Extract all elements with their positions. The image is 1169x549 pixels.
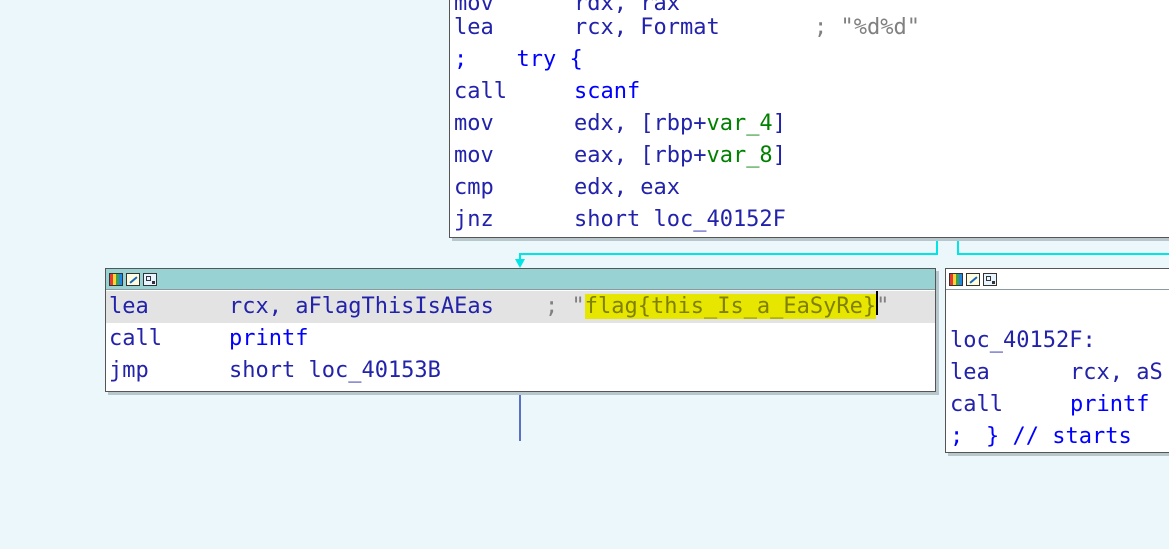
operands: edx, eax (574, 175, 680, 200)
asm-line-selected[interactable]: lea rcx, aFlagThisIsAEas ; "flag{this_Is… (106, 291, 935, 323)
comment: ; "%d%d" (814, 15, 920, 40)
edge-false-horizontal (957, 253, 1169, 255)
operands-part: ] (772, 111, 786, 136)
operands-part: eax, [rbp+ (574, 143, 707, 168)
mnemonic: cmp (454, 175, 494, 200)
asm-line[interactable]: jmp short loc_40153B (106, 355, 935, 387)
edge-false-vertical (957, 238, 959, 254)
color-node-icon[interactable] (949, 272, 963, 286)
asm-line[interactable]: ; } // starts (946, 421, 1169, 453)
location-label: loc_40152F: (950, 328, 1096, 353)
operands: printf (1070, 392, 1150, 417)
graph-node-top[interactable]: mov rdx, rax lea rcx, Format ; "%d%d" ; … (449, 0, 1169, 238)
edge-true-arrowhead (515, 259, 525, 268)
string-comment: ; "flag{this_Is_a_EaSyRe} " (545, 291, 889, 323)
mnemonic: ; (454, 47, 468, 72)
operands: rcx, aS (1070, 360, 1163, 385)
rename-node-icon[interactable] (126, 272, 140, 286)
graph-node-flag[interactable]: lea rcx, aFlagThisIsAEas ; "flag{this_Is… (105, 268, 936, 392)
asm-line[interactable]: mov eax, [rbp+var_8] (450, 140, 1169, 172)
mnemonic: lea (454, 15, 494, 40)
mnemonic: mov (454, 111, 494, 136)
operands: eax, [rbp+var_8] (574, 140, 786, 172)
edge-true-vertical (936, 238, 938, 254)
operands-part: ] (772, 143, 786, 168)
text-caret (876, 291, 879, 315)
mnemonic: lea (950, 360, 990, 385)
mnemonic: ; (950, 424, 964, 449)
flag-string-highlight[interactable]: flag{this_Is_a_EaSyRe} (584, 294, 877, 319)
node-titlebar[interactable] (106, 269, 935, 290)
stack-var[interactable]: var_4 (706, 111, 772, 136)
operands: short loc_40153B (229, 358, 441, 383)
asm-line[interactable]: lea rcx, aS (946, 357, 1169, 389)
asm-line[interactable]: cmp edx, eax (450, 172, 1169, 204)
node-titlebar[interactable] (946, 269, 1169, 290)
asm-line[interactable]: mov edx, [rbp+var_4] (450, 108, 1169, 140)
operands-part: edx, [rbp+ (574, 111, 707, 136)
group-nodes-icon[interactable] (143, 272, 157, 286)
rename-node-icon[interactable] (966, 272, 980, 286)
mnemonic: call (454, 79, 507, 104)
operands: rcx, aFlagThisIsAEas (229, 294, 494, 319)
mnemonic: call (109, 326, 162, 351)
color-node-icon[interactable] (109, 272, 123, 286)
asm-line[interactable]: call scanf (450, 76, 1169, 108)
graph-node-loc-40152F[interactable]: loc_40152F: lea rcx, aS call printf ; } … (945, 268, 1169, 453)
stack-var[interactable]: var_8 (706, 143, 772, 168)
operands: printf (229, 326, 309, 351)
asm-line[interactable]: ; try { (450, 44, 1169, 76)
operands: } // starts (986, 424, 1132, 449)
asm-line[interactable]: call printf (946, 389, 1169, 421)
edge-left-out (519, 392, 521, 441)
operands: rcx, Format (574, 15, 720, 40)
edge-true-horizontal (519, 253, 938, 255)
operands: short loc_40152F (574, 207, 786, 232)
group-nodes-icon[interactable] (983, 272, 997, 286)
asm-line[interactable]: call printf (106, 323, 935, 355)
mnemonic: mov (454, 143, 494, 168)
asm-line[interactable]: lea rcx, Format ; "%d%d" (450, 12, 1169, 44)
comment-prefix: ; " (545, 294, 585, 319)
mnemonic: call (950, 392, 1003, 417)
operands: edx, [rbp+var_4] (574, 108, 786, 140)
mnemonic: lea (109, 294, 149, 319)
mnemonic: jmp (109, 358, 149, 383)
mnemonic: jnz (454, 207, 494, 232)
asm-line[interactable]: jnz short loc_40152F (450, 204, 1169, 236)
operands: try { (490, 47, 583, 72)
operands: scanf (574, 79, 641, 104)
asm-label-line[interactable]: loc_40152F: (946, 325, 1169, 357)
